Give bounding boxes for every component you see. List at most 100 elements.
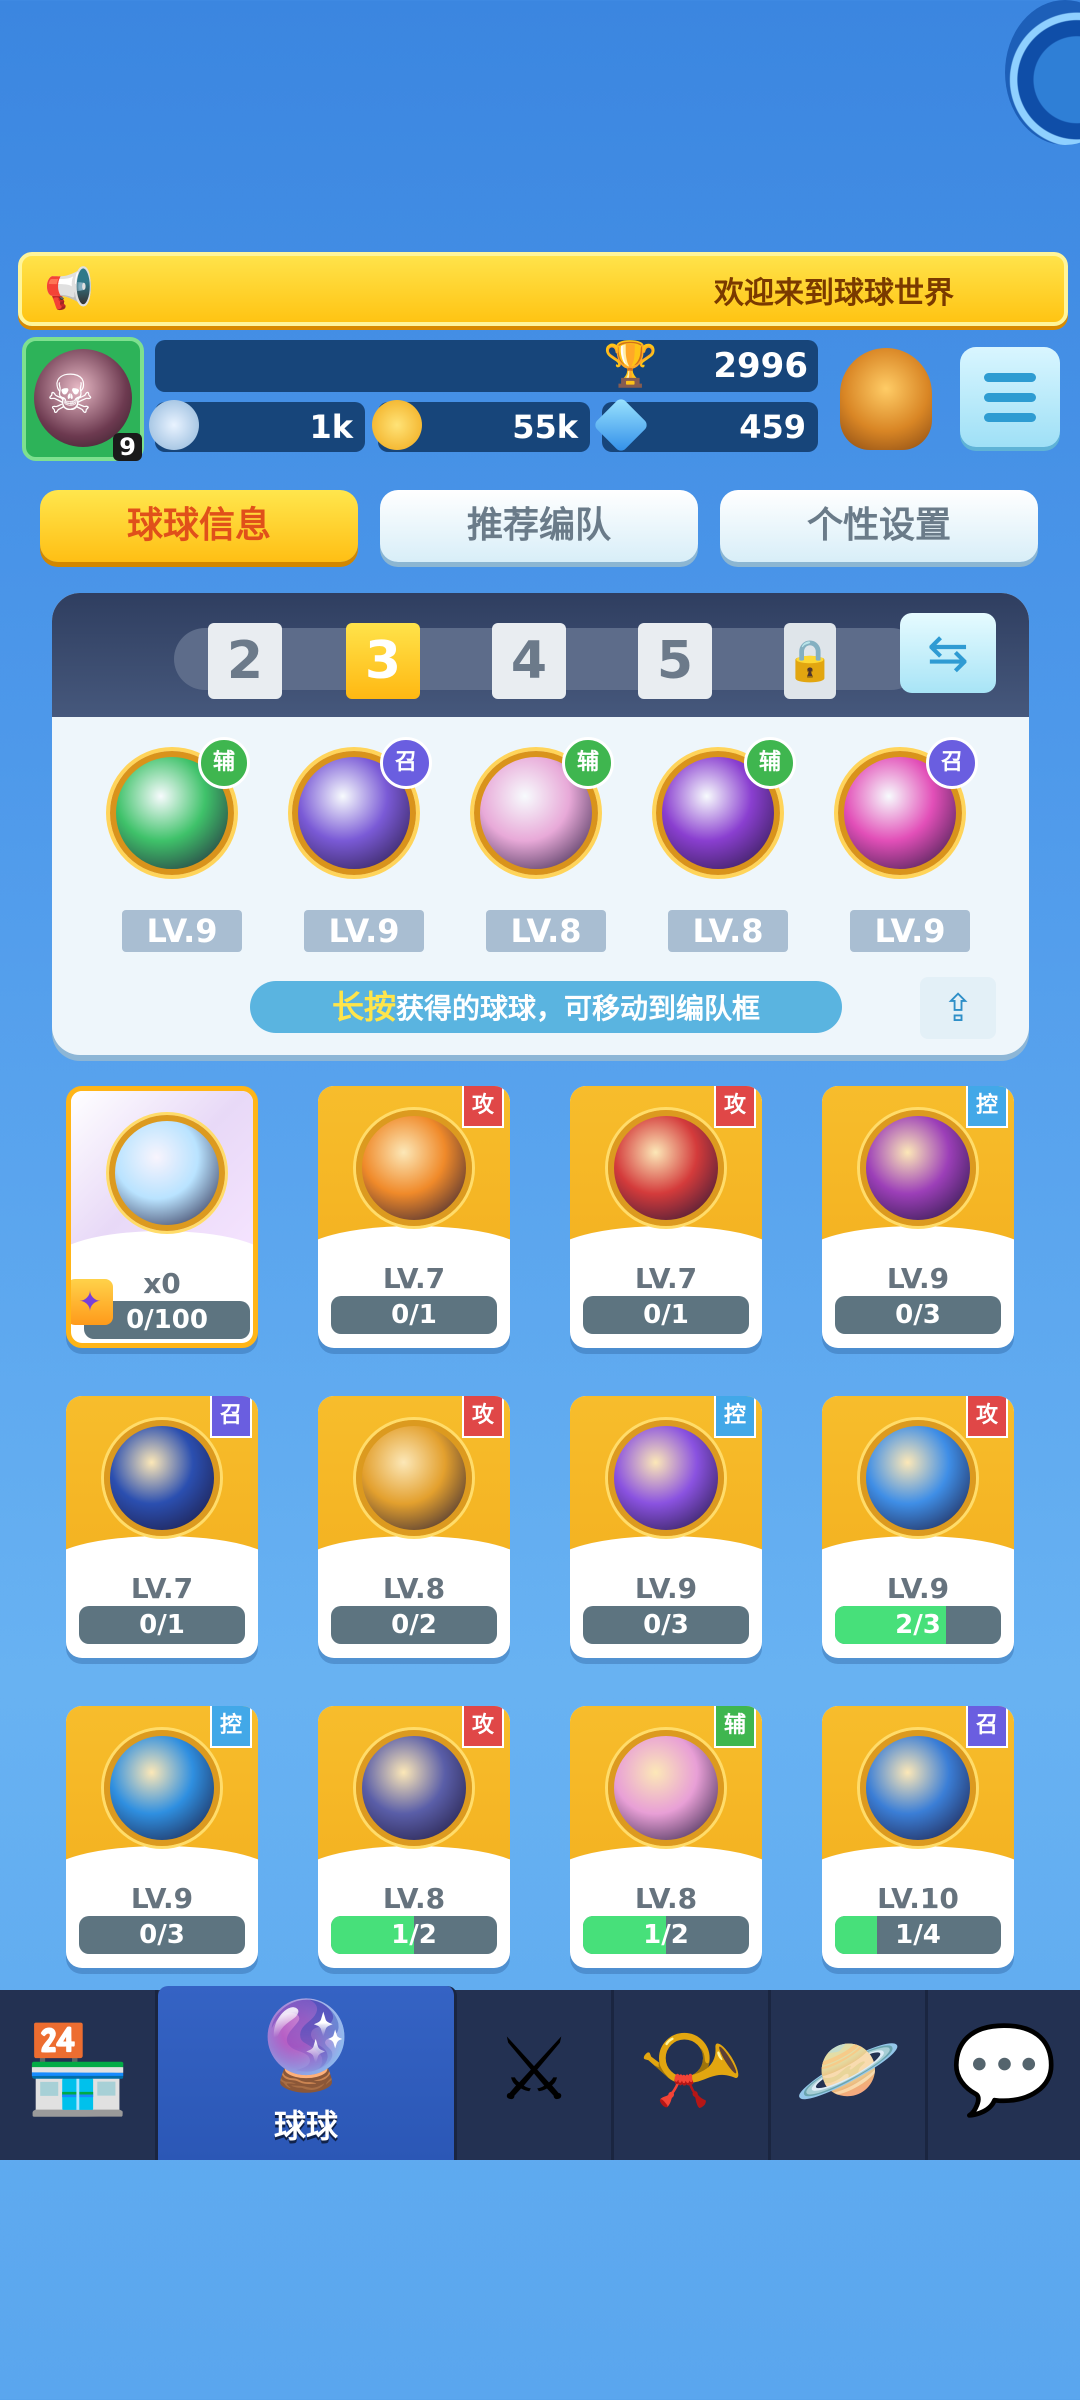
ball-type-tag: 攻 [966, 1396, 1008, 1438]
ball-type-tag: 攻 [462, 1396, 504, 1438]
ball-icon [356, 1420, 472, 1536]
ball-card[interactable]: 控 LV.9 0/3 [66, 1706, 258, 1968]
progress-text: 1/2 [391, 1920, 437, 1950]
progress-text: 1/2 [643, 1920, 689, 1950]
team-slot-3[interactable]: 3 [346, 623, 420, 699]
ball-type-tag: 控 [966, 1086, 1008, 1128]
team-ball[interactable]: 辅 [466, 737, 614, 883]
card-progress-bar: 0/3 [583, 1606, 749, 1644]
megaphone-icon: 📢 [44, 266, 94, 312]
ball-icon [608, 1110, 724, 1226]
ball-icon: 🔮 [252, 1996, 360, 2096]
team-slot-4[interactable]: 4 [492, 623, 566, 699]
team-ball-level: LV.8 [668, 910, 788, 952]
tab-personal-settings[interactable]: 个性设置 [720, 490, 1038, 562]
card-level: LV.7 [130, 1572, 194, 1605]
ball-icon [356, 1110, 472, 1226]
card-progress-bar: 1/2 [331, 1916, 497, 1954]
team-ball-level: LV.8 [486, 910, 606, 952]
ball-icon [356, 1730, 472, 1846]
ball-icon [860, 1110, 976, 1226]
player-level: 9 [113, 433, 142, 461]
nav-battle[interactable]: ⚔ [457, 1990, 614, 2160]
hint-highlight: 长按 [331, 988, 396, 1026]
rank-medal-icon[interactable] [840, 348, 932, 450]
ball-card[interactable]: 召 LV.10 1/4 [822, 1706, 1014, 1968]
share-icon[interactable]: ⇪ [920, 977, 996, 1039]
ball-card[interactable]: 攻 LV.9 2/3 [822, 1396, 1014, 1658]
ball-type-tag: 控 [210, 1706, 252, 1748]
announcement-text: 欢迎来到球球世界 [714, 276, 954, 311]
nav-shop[interactable]: 🏪 [0, 1990, 158, 2160]
lock-icon[interactable]: 🔒 [784, 623, 836, 699]
clover-coin-icon [372, 400, 422, 450]
nav-balls[interactable]: 🔮 球球 [158, 1986, 457, 2160]
nav-planet[interactable]: 🪐 [771, 1990, 928, 2160]
team-selector: 2 3 4 5 🔒 ⇆ [52, 593, 1029, 717]
currency-value: 459 [739, 408, 806, 446]
hint-text: 获得的球球，可移动到编队框 [396, 992, 761, 1025]
card-progress-bar: 0/1 [79, 1606, 245, 1644]
nav-chat[interactable]: 💬 [928, 1990, 1080, 2160]
tab-recommended-team[interactable]: 推荐编队 [380, 490, 698, 562]
team-ball-level: LV.9 [304, 910, 424, 952]
ball-card[interactable]: 攻 LV.8 1/2 [318, 1706, 510, 1968]
card-progress-bar: 0/3 [79, 1916, 245, 1954]
card-level: LV.9 [886, 1262, 950, 1295]
ball-icon [608, 1420, 724, 1536]
ball-icon [104, 1420, 220, 1536]
card-level: LV.8 [634, 1882, 698, 1915]
ball-type-tag: 辅 [714, 1706, 756, 1748]
progress-text: 2/3 [895, 1610, 941, 1640]
progress-text: 0/3 [643, 1610, 689, 1640]
team-ball-level: LV.9 [850, 910, 970, 952]
corner-button[interactable] [1005, 0, 1080, 145]
trophy-count: 2996 [713, 346, 808, 386]
ball-card[interactable]: 攻 LV.8 0/2 [318, 1396, 510, 1658]
menu-button[interactable] [960, 347, 1060, 447]
ball-type-tag: 攻 [462, 1086, 504, 1128]
team-ball[interactable]: 辅 [102, 737, 250, 883]
swap-icon[interactable]: ⇆ [900, 613, 996, 693]
card-level: LV.7 [634, 1262, 698, 1295]
player-avatar[interactable]: ☠ 9 [22, 337, 144, 461]
skull-icon: ☠ [46, 363, 95, 426]
ball-icon [109, 1115, 225, 1231]
currency-diamond[interactable]: 459 [592, 396, 818, 454]
team-slot-5[interactable]: 5 [638, 623, 712, 699]
ball-card[interactable]: 控 LV.9 0/3 [570, 1396, 762, 1658]
ball-type-tag: 召 [380, 737, 432, 789]
card-level: LV.8 [382, 1882, 446, 1915]
tab-ball-info[interactable]: 球球信息 [40, 490, 358, 562]
ball-type-tag: 辅 [198, 737, 250, 789]
currency-star[interactable]: 1k [149, 400, 365, 452]
card-progress-bar: 0/1 [331, 1296, 497, 1334]
ball-card[interactable]: 攻 LV.7 0/1 [570, 1086, 762, 1348]
currency-value: 55k [512, 408, 578, 446]
ball-icon [104, 1730, 220, 1846]
nav-whistle[interactable]: 📯 [614, 1990, 771, 2160]
whistle-icon: 📯 [637, 2020, 745, 2120]
crossed-swords-icon: ⚔ [495, 2020, 573, 2120]
team-ball[interactable]: 辅 [648, 737, 796, 883]
progress-text: 0/3 [895, 1300, 941, 1330]
planet-icon: 🪐 [794, 2020, 902, 2120]
currency-clover[interactable]: 55k [372, 400, 590, 452]
progress-text: 0/1 [139, 1610, 185, 1640]
ball-card[interactable]: 攻 LV.7 0/1 [318, 1086, 510, 1348]
progress-text: 1/4 [895, 1920, 941, 1950]
card-progress-bar: 1/2 [583, 1916, 749, 1954]
team-ball[interactable]: 召 [830, 737, 978, 883]
ball-type-tag: 召 [926, 737, 978, 789]
team-slot-2[interactable]: 2 [208, 623, 282, 699]
fragment-card[interactable]: x0 0/100 ✦ [66, 1086, 258, 1348]
card-level: LV.10 [877, 1882, 959, 1915]
team-ball[interactable]: 召 [284, 737, 432, 883]
team-panel: 2 3 4 5 🔒 ⇆ 辅 LV.9 召 LV.9 辅 LV.8 辅 LV.8 召 LV.9 长按… [52, 593, 1029, 1055]
card-progress-bar: 1/4 [835, 1916, 1001, 1954]
card-progress-bar: 0/2 [331, 1606, 497, 1644]
ball-card[interactable]: 辅 LV.8 1/2 [570, 1706, 762, 1968]
ball-card[interactable]: 召 LV.7 0/1 [66, 1396, 258, 1658]
ball-card[interactable]: 控 LV.9 0/3 [822, 1086, 1014, 1348]
progress-text: 0/1 [643, 1300, 689, 1330]
